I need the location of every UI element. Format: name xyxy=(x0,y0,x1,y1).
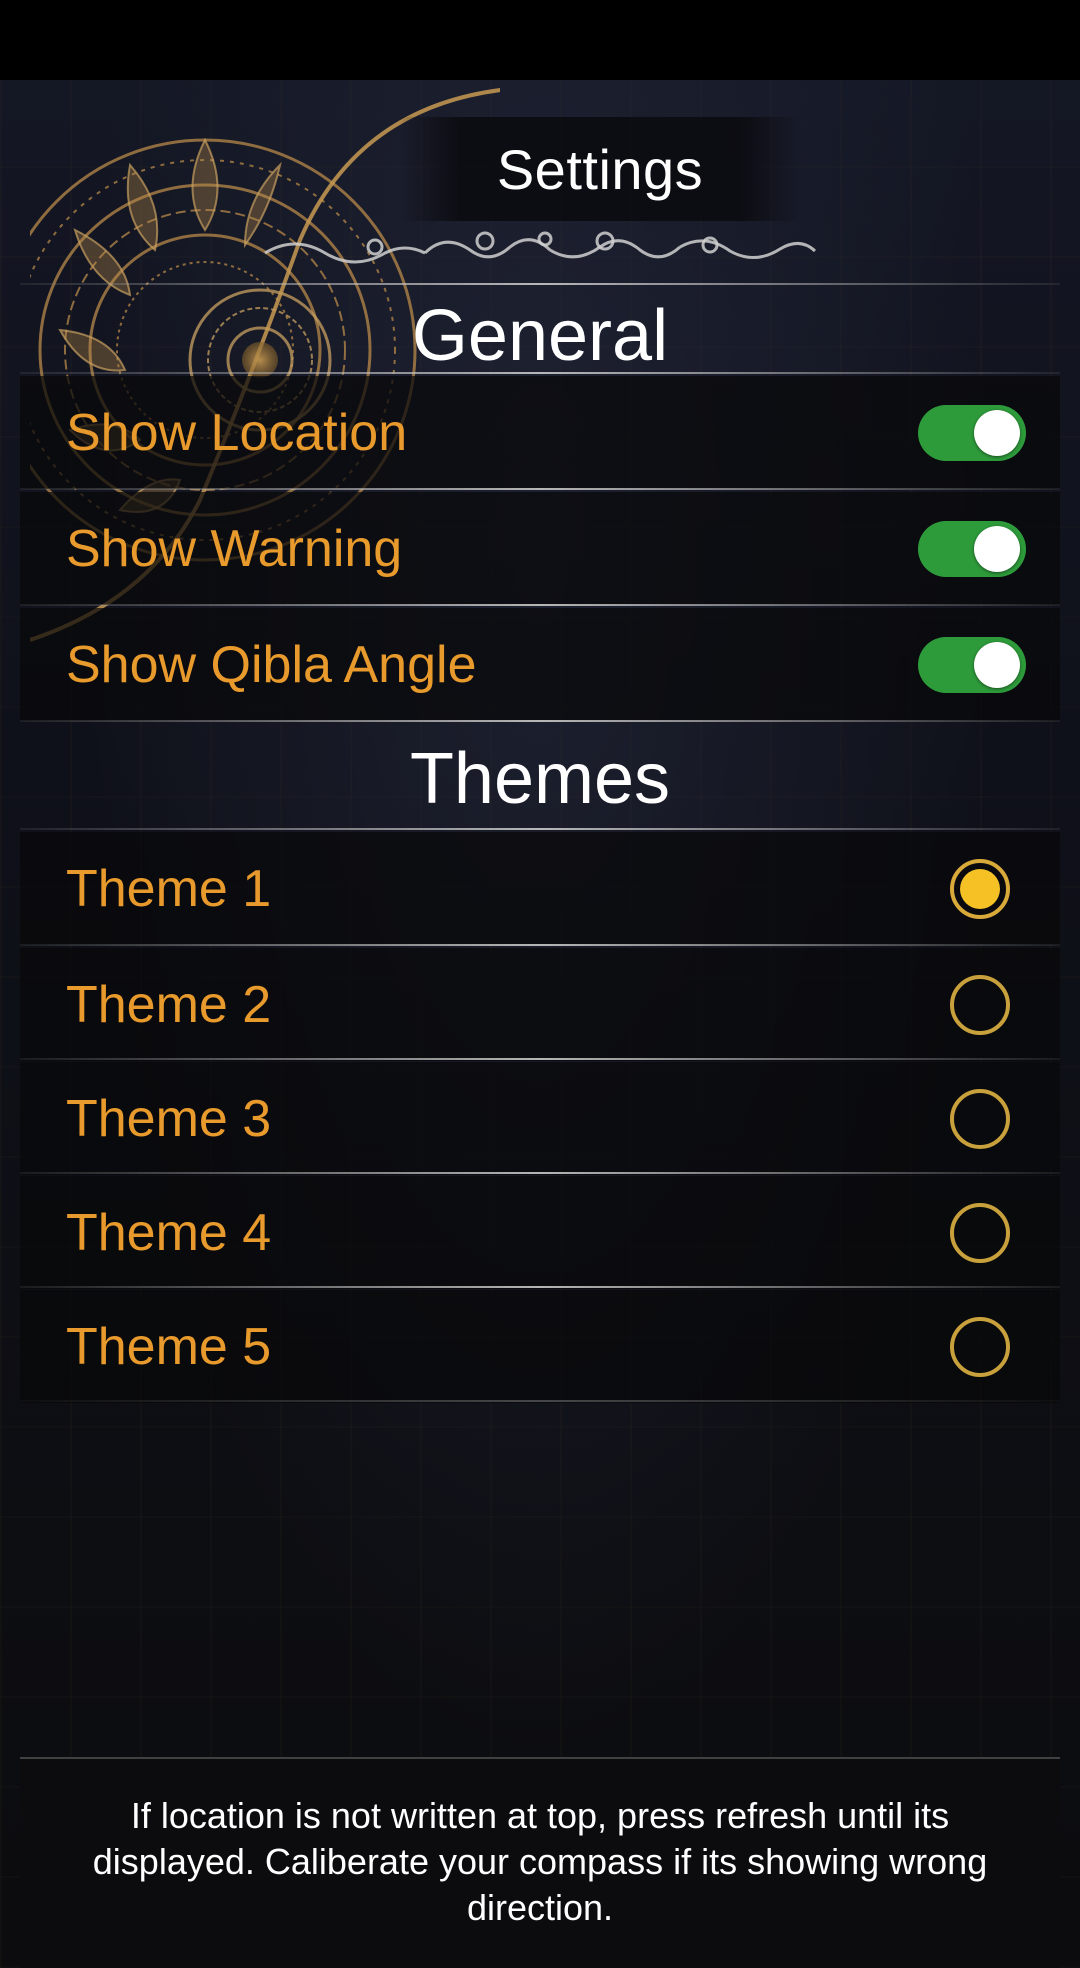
setting-row-show-location[interactable]: Show Location xyxy=(20,376,1060,489)
section-heading-general: General xyxy=(411,296,669,376)
theme-label: Theme 4 xyxy=(66,1203,272,1262)
page-title: Settings xyxy=(496,137,704,201)
title-bar: Settings xyxy=(400,117,800,221)
theme-label: Theme 2 xyxy=(66,975,272,1034)
divider xyxy=(20,1400,1060,1402)
theme-label: Theme 5 xyxy=(66,1317,272,1376)
theme-row-3[interactable]: Theme 3 xyxy=(20,1062,1060,1175)
setting-label: Show Location xyxy=(66,403,408,462)
divider xyxy=(20,944,1060,946)
show-warning-toggle[interactable] xyxy=(918,520,1026,577)
setting-row-show-qibla-angle[interactable]: Show Qibla Angle xyxy=(20,608,1060,721)
toggle-knob xyxy=(974,409,1020,456)
theme-3-radio[interactable] xyxy=(950,1088,1010,1149)
setting-label: Show Warning xyxy=(66,519,403,578)
theme-1-radio[interactable] xyxy=(950,858,1010,919)
theme-row-2[interactable]: Theme 2 xyxy=(20,948,1060,1061)
divider xyxy=(20,828,1060,830)
divider xyxy=(20,1286,1060,1288)
divider xyxy=(20,1172,1060,1174)
theme-label: Theme 3 xyxy=(66,1089,272,1148)
toggle-knob xyxy=(974,525,1020,572)
screen: Settings General Show Location Show Warn… xyxy=(0,0,1080,1968)
show-qibla-angle-toggle[interactable] xyxy=(918,636,1026,693)
divider xyxy=(20,1058,1060,1060)
theme-row-4[interactable]: Theme 4 xyxy=(20,1176,1060,1289)
theme-row-1[interactable]: Theme 1 xyxy=(20,832,1060,945)
theme-4-radio[interactable] xyxy=(950,1202,1010,1263)
theme-5-radio[interactable] xyxy=(950,1316,1010,1377)
toggle-knob xyxy=(974,641,1020,688)
help-note: If location is not written at top, press… xyxy=(20,1757,1060,1968)
theme-row-5[interactable]: Theme 5 xyxy=(20,1290,1060,1403)
divider xyxy=(20,604,1060,606)
divider xyxy=(20,372,1060,374)
divider xyxy=(20,283,1060,285)
setting-label: Show Qibla Angle xyxy=(66,635,477,694)
show-location-toggle[interactable] xyxy=(918,404,1026,461)
status-bar xyxy=(0,0,1080,80)
divider xyxy=(20,488,1060,490)
theme-2-radio[interactable] xyxy=(950,974,1010,1035)
divider xyxy=(20,720,1060,722)
section-heading-themes: Themes xyxy=(409,739,671,819)
setting-row-show-warning[interactable]: Show Warning xyxy=(20,492,1060,605)
theme-label: Theme 1 xyxy=(66,859,272,918)
radio-dot xyxy=(960,868,1000,909)
